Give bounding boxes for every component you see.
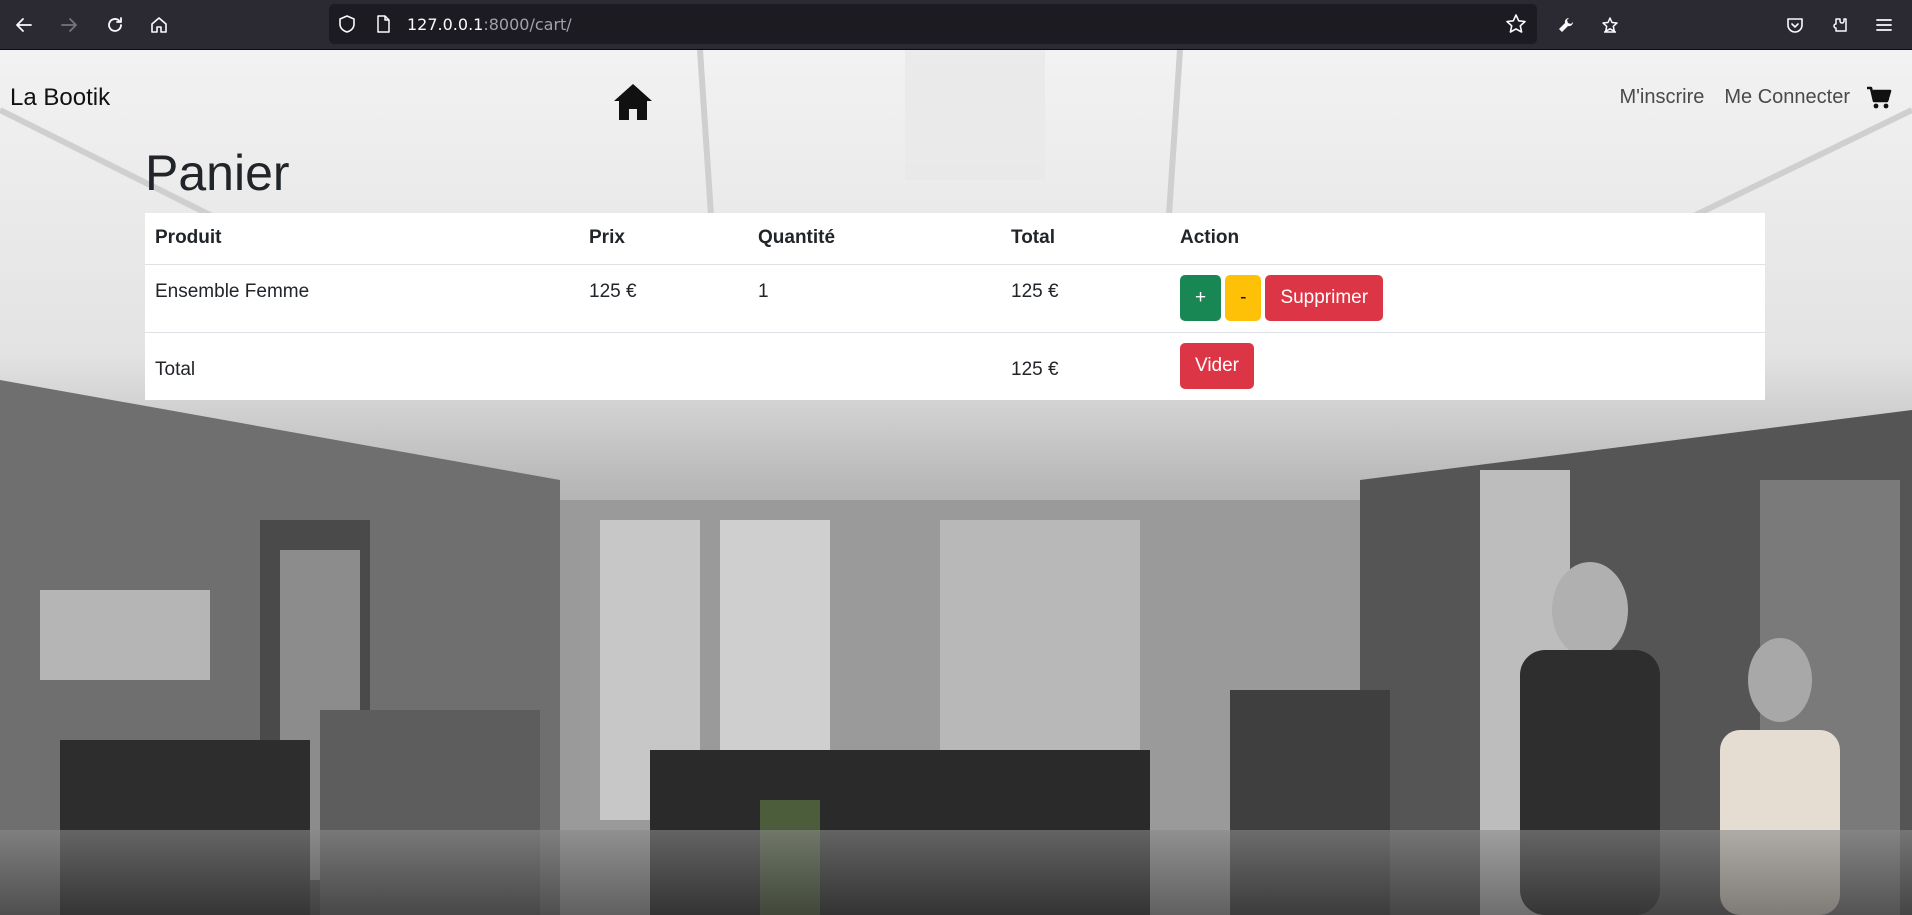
browser-home-button[interactable] [143, 9, 175, 41]
back-icon [16, 18, 32, 32]
increase-quantity-button[interactable]: + [1180, 274, 1222, 321]
item-product: Ensemble Femme [145, 264, 579, 333]
total-label: Total [155, 358, 196, 380]
url-text[interactable]: 127.0.0.1:8000/cart/ [407, 15, 572, 34]
item-price: 125 € [579, 264, 748, 333]
page-viewport: La Bootik M'inscrire Me Connecter Panier… [0, 50, 1912, 915]
header-total: Total [1001, 213, 1170, 265]
remove-item-button[interactable]: Supprimer [1265, 274, 1384, 321]
reload-icon [108, 17, 122, 32]
total-empty-price [579, 332, 748, 400]
header-product: Produit [145, 213, 579, 265]
cart-icon [1867, 86, 1892, 109]
table-row: Ensemble Femme 125 € 1 125 € + - Supprimer [145, 264, 1765, 333]
pocket-icon [1787, 18, 1803, 33]
item-actions: + - Supprimer [1170, 264, 1765, 333]
wrench-button[interactable] [1550, 9, 1582, 41]
page-icon[interactable] [373, 14, 393, 34]
back-button[interactable] [8, 9, 40, 41]
menu-icon [1876, 19, 1892, 31]
extensions-icon [1833, 18, 1847, 32]
reload-button[interactable] [99, 9, 131, 41]
pocket-button[interactable] [1779, 9, 1811, 41]
item-total: 125 € [1001, 264, 1170, 333]
url-host: 127.0.0.1 [407, 15, 484, 34]
signup-link[interactable]: M'inscrire [1619, 86, 1704, 109]
extension-star-button[interactable] [1594, 9, 1626, 41]
browser-toolbar: 127.0.0.1:8000/cart/ [0, 0, 1912, 50]
home-icon [614, 84, 652, 120]
home-icon [151, 17, 167, 33]
menu-button[interactable] [1868, 9, 1900, 41]
page-title: Panier [145, 145, 290, 201]
total-empty-quantity [748, 332, 1001, 400]
account-nav: M'inscrire Me Connecter [1619, 86, 1850, 109]
table-header-row: Produit Prix Quantité Total Action [145, 213, 1765, 265]
clear-cart-button[interactable]: Vider [1180, 342, 1255, 389]
url-bar[interactable]: 127.0.0.1:8000/cart/ [329, 4, 1537, 44]
cart-link[interactable] [1866, 86, 1892, 110]
header-quantity: Quantité [748, 213, 1001, 265]
extensions-button[interactable] [1824, 9, 1856, 41]
cart-total: 125 € [1011, 358, 1059, 380]
url-path: :8000/cart/ [483, 15, 572, 34]
total-actions: Vider [1170, 332, 1765, 400]
forward-button[interactable] [53, 9, 85, 41]
bookmark-star-icon[interactable] [1505, 13, 1527, 35]
item-quantity: 1 [748, 264, 1001, 333]
site-brand[interactable]: La Bootik [10, 84, 110, 112]
forward-icon [61, 18, 77, 32]
home-link[interactable] [612, 82, 654, 122]
header-action: Action [1170, 213, 1765, 265]
shield-icon[interactable] [337, 14, 357, 34]
login-link[interactable]: Me Connecter [1724, 86, 1850, 109]
decrease-quantity-button[interactable]: - [1225, 274, 1262, 321]
cart-table: Produit Prix Quantité Total Action Ensem… [145, 213, 1765, 400]
extension-star-icon [1602, 17, 1618, 33]
header-price: Prix [579, 213, 748, 265]
wrench-icon [1559, 17, 1574, 32]
total-row: Total 125 € Vider [145, 332, 1765, 400]
